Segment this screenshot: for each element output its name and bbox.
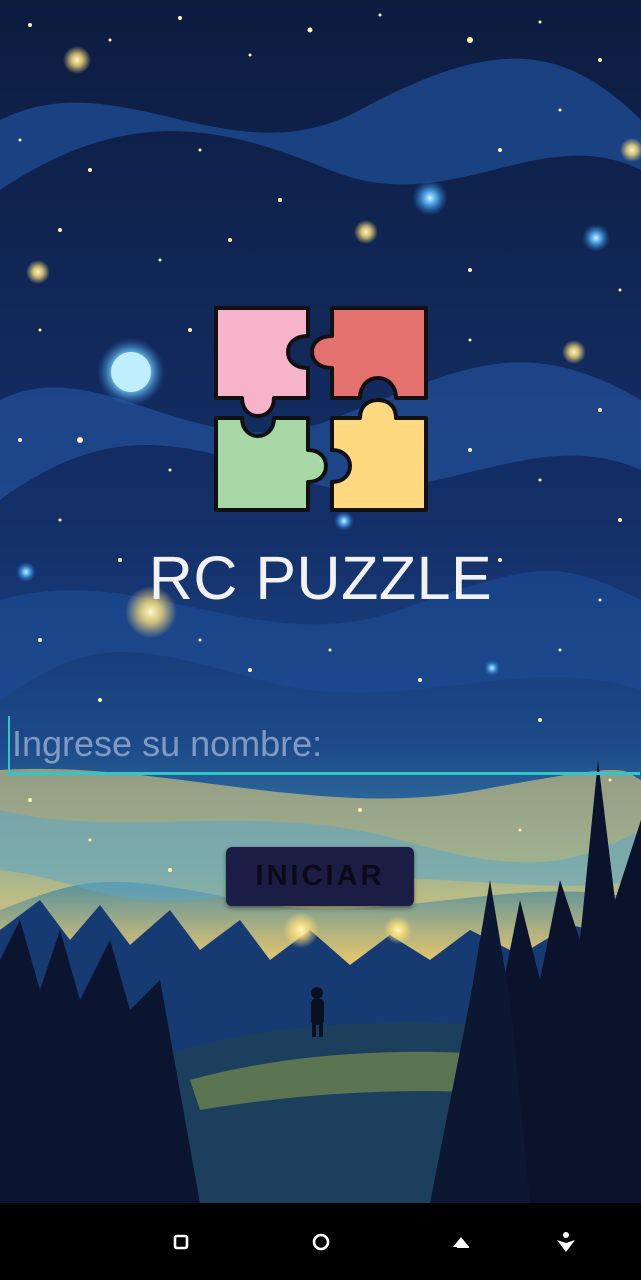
home-icon[interactable] <box>306 1227 336 1257</box>
name-input[interactable] <box>10 716 640 775</box>
start-button[interactable]: INICIAR <box>226 847 414 906</box>
puzzle-pieces-icon <box>214 306 428 512</box>
app-screen: RC PUZZLE INICIAR <box>0 0 641 1203</box>
accessibility-icon[interactable] <box>551 1227 581 1257</box>
app-title: RC PUZZLE <box>148 544 493 612</box>
name-field[interactable] <box>8 716 641 776</box>
recents-icon[interactable] <box>166 1227 196 1257</box>
navigation-bar <box>0 1203 641 1280</box>
back-icon[interactable] <box>446 1227 476 1257</box>
